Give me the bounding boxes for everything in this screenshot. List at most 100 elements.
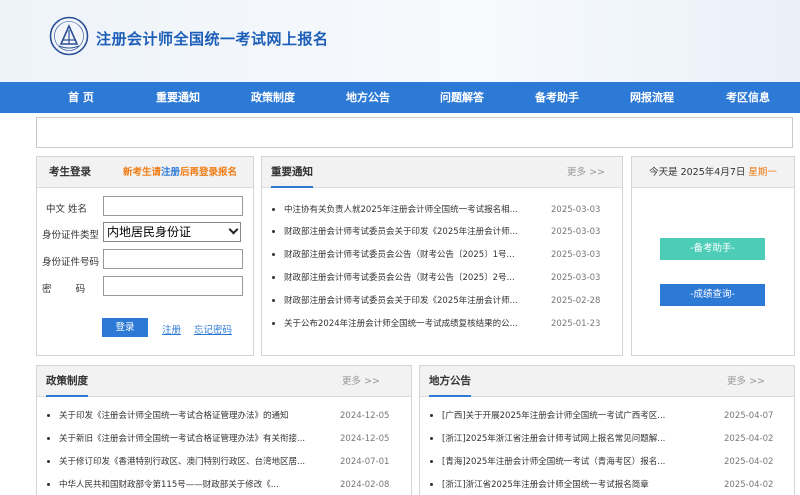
bullet-icon: [47, 460, 50, 463]
list-item[interactable]: [浙江]浙江省2025年注册会计师全国统一考试报名简章 2025-04-02: [420, 476, 794, 494]
policy-panel-header: 政策制度 更多 >>: [37, 366, 411, 397]
list-item[interactable]: 财政部注册会计师考试委员会公告（财考公告〔2025〕1号... 2025-03-…: [262, 246, 622, 264]
password-input[interactable]: [103, 276, 243, 296]
nav-item-notices[interactable]: 重要通知: [156, 82, 200, 113]
list-item[interactable]: 关于修订印发《香港特别行政区、澳门特别行政区、台湾地区居... 2024-07-…: [37, 453, 411, 471]
list-item-title[interactable]: [青海]2025年注册会计师全国统一考试（青海考区）报名...: [442, 453, 704, 471]
list-item[interactable]: [青海]2025年注册会计师全国统一考试（青海考区）报名... 2025-04-…: [420, 453, 794, 471]
list-item-date: 2025-04-02: [724, 434, 774, 444]
list-item[interactable]: 中华人民共和国财政部令第115号——财政部关于修改《... 2024-02-08: [37, 476, 411, 494]
list-item-date: 2025-04-07: [724, 411, 774, 421]
list-item-title[interactable]: [浙江]2025年浙江省注册会计师考试网上报名常见问题解...: [442, 430, 704, 448]
policy-panel: 政策制度 更多 >> 关于印发《注册会计师全国统一考试合格证管理办法》的通知 2…: [36, 365, 412, 495]
bullet-icon: [272, 322, 275, 325]
today-date-prefix: 今天是 2025年4月7日: [649, 167, 746, 178]
list-item-date: 2025-03-03: [551, 205, 601, 215]
policy-more-link[interactable]: 更多 >>: [342, 366, 380, 397]
list-item-title[interactable]: 财政部注册会计师考试委员会公告（财考公告〔2025〕1号...: [284, 246, 534, 264]
local-more-link[interactable]: 更多 >>: [727, 366, 765, 397]
list-item-date: 2024-02-08: [340, 480, 390, 490]
policy-title[interactable]: 政策制度: [46, 366, 88, 397]
list-item-date: 2025-03-03: [551, 227, 601, 237]
notices-title[interactable]: 重要通知: [271, 157, 313, 188]
login-panel-header: 考生登录 新考生请注册后再登录报名: [37, 157, 253, 188]
nav-item-local-announcements[interactable]: 地方公告: [346, 82, 390, 113]
list-item-date: 2024-07-01: [340, 457, 390, 467]
notice-suffix: 后再登录报名: [180, 167, 238, 178]
list-item-date: 2025-02-28: [551, 296, 601, 306]
name-input[interactable]: [103, 196, 243, 216]
list-item[interactable]: 财政部注册会计师考试委员会关于印发《2025年注册会计师... 2025-02-…: [262, 292, 622, 310]
forgot-password-link[interactable]: 忘记密码: [194, 322, 232, 336]
id-number-label: 身份证件号码: [42, 257, 100, 268]
list-item-title[interactable]: 关于修订印发《香港特别行政区、澳门特别行政区、台湾地区居...: [59, 453, 321, 471]
list-item-title[interactable]: 关于印发《注册会计师全国统一考试合格证管理办法》的通知: [59, 407, 321, 425]
notices-more-link[interactable]: 更多 >>: [567, 157, 605, 188]
site-title: 注册会计师全国统一考试网上报名: [96, 30, 329, 48]
local-panel-header: 地方公告 更多 >>: [420, 366, 794, 397]
id-number-input[interactable]: [103, 249, 243, 269]
score-query-button[interactable]: -成绩查询-: [660, 284, 765, 306]
nav-item-policy[interactable]: 政策制度: [251, 82, 295, 113]
list-item-date: 2025-03-03: [551, 273, 601, 283]
list-item-date: 2025-04-02: [724, 480, 774, 490]
register-link[interactable]: 注册: [162, 322, 181, 336]
list-item-title[interactable]: 财政部注册会计师考试委员会关于印发《2025年注册会计师...: [284, 292, 534, 310]
bullet-icon: [47, 437, 50, 440]
bullet-icon: [430, 483, 433, 486]
bullet-icon: [272, 230, 275, 233]
local-title[interactable]: 地方公告: [429, 366, 471, 397]
bullet-icon: [272, 299, 275, 302]
list-item-date: 2025-04-02: [724, 457, 774, 467]
notice-register-link[interactable]: 注册: [161, 167, 180, 178]
bullet-icon: [47, 414, 50, 417]
bullet-icon: [47, 483, 50, 486]
name-label: 中文 姓名: [46, 204, 88, 215]
today-date: 今天是 2025年4月7日 星期一: [632, 157, 794, 188]
list-item-title[interactable]: 关于新旧《注册会计师全国统一考试合格证管理办法》有关衔接...: [59, 430, 321, 448]
today-weekday: 星期一: [748, 167, 777, 178]
main-nav: 首 页 重要通知 政策制度 地方公告 问题解答 备考助手 网报流程 考区信息: [0, 82, 800, 113]
local-announcements-panel: 地方公告 更多 >> [广西]关于开展2025年注册会计师全国统一考试广西考区.…: [419, 365, 795, 495]
list-item-title[interactable]: 财政部注册会计师考试委员会公告（财考公告〔2025〕2号...: [284, 269, 534, 287]
list-item[interactable]: [广西]关于开展2025年注册会计师全国统一考试广西考区... 2025-04-…: [420, 407, 794, 425]
bullet-icon: [430, 437, 433, 440]
list-item[interactable]: 关于新旧《注册会计师全国统一考试合格证管理办法》有关衔接... 2024-12-…: [37, 430, 411, 448]
nav-item-home[interactable]: 首 页: [68, 82, 94, 113]
today-panel: 今天是 2025年4月7日 星期一 -备考助手- -成绩查询-: [631, 156, 795, 356]
bullet-icon: [272, 253, 275, 256]
list-item-title[interactable]: 中注协有关负责人就2025年注册会计师全国统一考试报名相...: [284, 201, 534, 219]
exam-helper-button[interactable]: -备考助手-: [660, 238, 765, 260]
password-label: 密 码: [42, 284, 86, 295]
notices-panel-header: 重要通知 更多 >>: [262, 157, 622, 188]
nav-item-exam-helper[interactable]: 备考助手: [535, 82, 579, 113]
bullet-icon: [430, 460, 433, 463]
list-item[interactable]: 关于公布2024年注册会计师全国统一考试成绩复核结果的公... 2025-01-…: [262, 315, 622, 333]
login-button[interactable]: 登录: [102, 318, 148, 337]
nav-item-faq[interactable]: 问题解答: [440, 82, 484, 113]
nav-item-registration-process[interactable]: 网报流程: [630, 82, 674, 113]
cicpa-emblem-icon[interactable]: [49, 16, 89, 56]
nav-item-exam-area-info[interactable]: 考区信息: [726, 82, 770, 113]
list-item[interactable]: 关于印发《注册会计师全国统一考试合格证管理办法》的通知 2024-12-05: [37, 407, 411, 425]
notices-panel: 重要通知 更多 >> 中注协有关负责人就2025年注册会计师全国统一考试报名相.…: [261, 156, 623, 356]
list-item-title[interactable]: 财政部注册会计师考试委员会关于印发《2025年注册会计师...: [284, 223, 534, 241]
list-item[interactable]: 财政部注册会计师考试委员会公告（财考公告〔2025〕2号... 2025-03-…: [262, 269, 622, 287]
list-item-title[interactable]: [广西]关于开展2025年注册会计师全国统一考试广西考区...: [442, 407, 704, 425]
site-header: 注册会计师全国统一考试网上报名: [0, 0, 800, 82]
list-item-title[interactable]: 中华人民共和国财政部令第115号——财政部关于修改《...: [59, 476, 321, 494]
id-type-select[interactable]: 内地居民身份证: [103, 222, 241, 242]
announcement-banner: [36, 117, 793, 148]
list-item-date: 2024-12-05: [340, 434, 390, 444]
chevron-down-icon: [228, 224, 239, 235]
list-item[interactable]: [浙江]2025年浙江省注册会计师考试网上报名常见问题解... 2025-04-…: [420, 430, 794, 448]
bullet-icon: [430, 414, 433, 417]
list-item-title[interactable]: 关于公布2024年注册会计师全国统一考试成绩复核结果的公...: [284, 315, 534, 333]
list-item-date: 2025-03-03: [551, 250, 601, 260]
list-item[interactable]: 财政部注册会计师考试委员会关于印发《2025年注册会计师... 2025-03-…: [262, 223, 622, 241]
id-type-value: 内地居民身份证: [107, 225, 192, 239]
bullet-icon: [272, 208, 275, 211]
login-title: 考生登录: [49, 166, 91, 178]
list-item-title[interactable]: [浙江]浙江省2025年注册会计师全国统一考试报名简章: [442, 476, 704, 494]
list-item[interactable]: 中注协有关负责人就2025年注册会计师全国统一考试报名相... 2025-03-…: [262, 201, 622, 219]
